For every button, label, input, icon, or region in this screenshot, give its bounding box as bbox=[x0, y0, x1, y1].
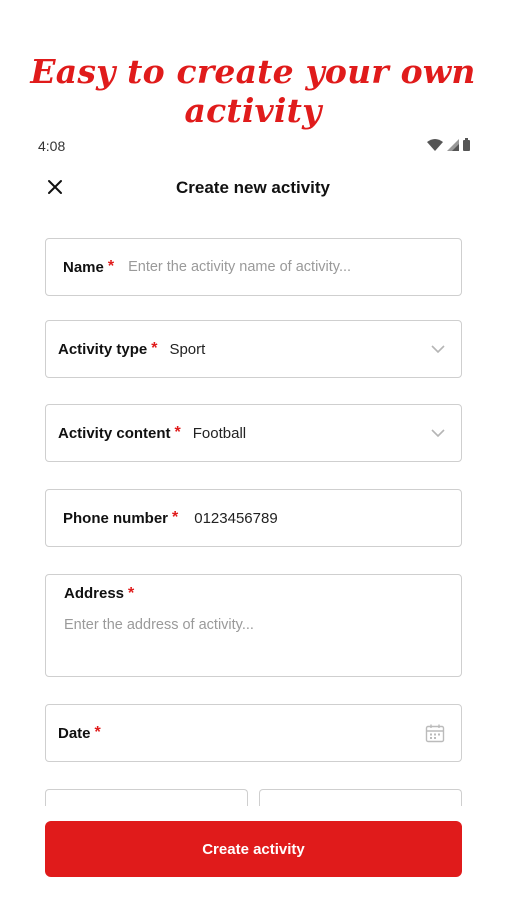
phone-number-value: 0123456789 bbox=[194, 509, 278, 527]
address-placeholder: Enter the address of activity... bbox=[64, 617, 254, 633]
address-field[interactable]: Address * Enter the address of activity..… bbox=[45, 574, 462, 677]
address-label: Address bbox=[64, 585, 125, 602]
activity-type-value: Sport bbox=[169, 340, 206, 358]
required-mark: * bbox=[107, 258, 115, 275]
chevron-down-icon bbox=[431, 428, 445, 437]
name-field[interactable]: Name * Enter the activity name of activit… bbox=[45, 238, 462, 296]
status-icons bbox=[427, 138, 470, 151]
activity-type-label: Activity type bbox=[58, 340, 148, 358]
required-mark: * bbox=[128, 585, 135, 602]
activity-content-value: Football bbox=[192, 424, 247, 442]
scroll-fade bbox=[0, 806, 506, 820]
required-mark: * bbox=[151, 340, 158, 357]
date-label: Date bbox=[58, 724, 91, 742]
name-label: Name bbox=[63, 258, 104, 276]
wifi-icon bbox=[427, 138, 443, 151]
signal-icon bbox=[447, 138, 459, 151]
activity-content-label: Activity content bbox=[58, 424, 171, 442]
screen-title: Create new activity bbox=[175, 178, 330, 197]
required-mark: * bbox=[94, 724, 101, 741]
phone-number-label: Phone number bbox=[63, 509, 169, 527]
required-mark: * bbox=[172, 509, 179, 526]
required-mark: * bbox=[174, 424, 181, 441]
activity-type-select[interactable]: Activity type * Sport bbox=[45, 320, 462, 378]
calendar-icon[interactable] bbox=[425, 723, 445, 743]
promo-headline: Easy to create your own activity bbox=[30, 52, 476, 130]
date-field[interactable]: Date * bbox=[45, 704, 462, 762]
status-time: 4:08 bbox=[38, 138, 66, 154]
battery-icon bbox=[463, 138, 470, 151]
create-activity-button[interactable]: Create activity bbox=[45, 821, 462, 877]
chevron-down-icon bbox=[431, 344, 445, 353]
phone-number-field[interactable]: Phone number * 0123456789 bbox=[45, 489, 462, 547]
name-placeholder: Enter the activity name of activity... bbox=[128, 259, 352, 275]
activity-content-select[interactable]: Activity content * Football bbox=[45, 404, 462, 462]
